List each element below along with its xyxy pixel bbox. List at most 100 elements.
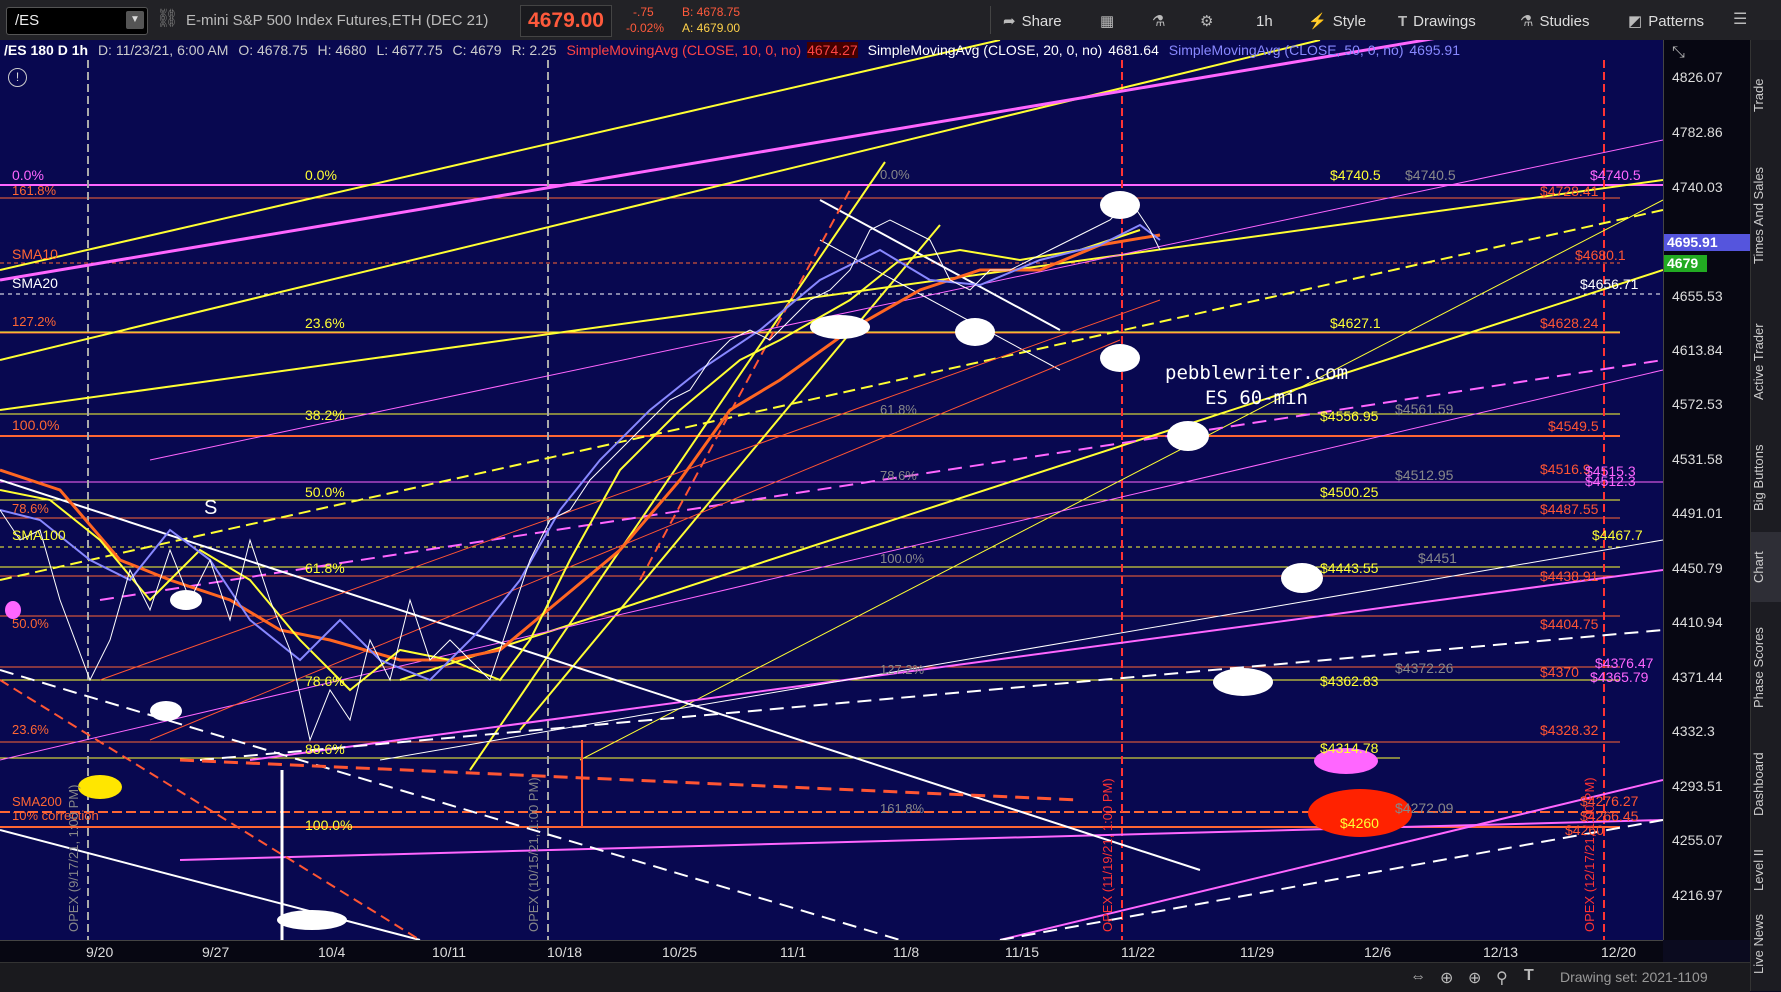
sidebar-tab-live-news[interactable]: Live News [1751,902,1781,987]
sma50-price-tag: 4695.91 [1664,234,1751,251]
symbol-text: /ES [15,12,40,29]
drawings-button[interactable]: T Drawings [1398,8,1476,34]
level-yellow: $4260 [1340,815,1379,831]
marker-ellipse [150,701,182,721]
pink-line [0,369,1663,761]
level-red: $4404.75 [1540,616,1599,632]
drawing-set-label[interactable]: Drawing set: 2021-1109 [1560,969,1708,985]
level-red: $4728.41 [1540,183,1599,199]
opex-label: OPEX (12/17/21, 1:00 PM) [1582,777,1597,932]
opex-label: OPEX (9/17/21, 1:00 PM) [66,784,81,932]
symbol-input[interactable]: /ES ▼ [6,7,148,35]
level-yellow: $4443.55 [1320,560,1379,576]
pan-icon[interactable]: ⊕ [1440,968,1453,988]
sidebar-tab-active-trader[interactable]: Active Trader [1751,302,1781,422]
fib-mid-label: 61.8% [305,560,345,576]
sma20-label: SMA20 [12,275,58,291]
price-tick: 4826.07 [1672,69,1723,85]
header-close: C: 4679 [452,42,502,58]
marker-ellipse [170,590,202,610]
date-tick: 12/20 [1601,944,1637,960]
fib-right-label: 161.8% [880,801,925,816]
menu-icon[interactable]: ☰ [1733,9,1747,29]
scroll-left-icon[interactable]: ⇔ [1410,968,1426,986]
level-gray: $4740.5 [1405,167,1456,183]
fib-label: 23.6% [12,722,49,737]
fib-mid-label: 23.6% [305,315,345,331]
link-icon[interactable]: ⛓ [156,8,179,29]
date-tick: 11/22 [1121,944,1155,960]
sidebar-tab-big-buttons[interactable]: Big Buttons [1751,425,1781,530]
price-tick: 4216.97 [1672,887,1723,903]
sma20-name[interactable]: SimpleMovingAvg (CLOSE, 20, 0, no) [868,42,1103,58]
fib-mid-label: 88.6% [305,741,345,757]
sma10-value: 4674.27 [807,42,858,58]
info-icon[interactable]: ! [8,68,27,87]
sidebar-tab-chart[interactable]: Chart [1751,532,1781,602]
sidebar-tab-times-and-sales[interactable]: Times And Sales [1751,130,1781,300]
expand-icon[interactable]: ⤡ [1672,44,1685,62]
bid-price: B: 4678.75 [682,5,741,19]
watermark-title: ES 60-min [1205,387,1308,409]
fib-label: 0.0% [12,167,44,183]
settings-button[interactable]: ⚙ [1200,8,1213,34]
price-tick: 4255.07 [1672,832,1723,848]
level-yellow: $4627.1 [1330,315,1381,331]
style-label: Style [1332,12,1367,30]
white-line [0,669,901,940]
price-tick: 4371.44 [1672,669,1723,685]
zoom-in-icon[interactable]: ⊕ [1468,968,1481,988]
drawings-label: Drawings [1413,12,1476,30]
gear-icon: ⚙ [1200,13,1214,30]
flask-icon: ⚗ [1152,13,1166,30]
flask-button[interactable]: ⚗ [1152,8,1165,34]
fib-label: 127.2% [12,314,57,329]
date-axis[interactable] [0,940,1663,963]
price-tick: 4450.79 [1672,560,1723,576]
text-tool-icon[interactable]: T [1524,967,1534,985]
style-button[interactable]: ⚡ Style [1308,8,1366,34]
header-open: O: 4678.75 [238,42,308,58]
patterns-button[interactable]: ◩ Patterns [1628,8,1704,34]
price-tick: 4531.58 [1672,451,1723,467]
last-price-tag: 4679 [1664,255,1707,272]
fib-label: 50.0% [12,616,49,631]
timeframe-button[interactable]: 1h [1256,8,1273,34]
header-low: L: 4677.75 [376,42,443,58]
price-axis[interactable]: ⤡ [1663,40,1751,940]
level-pink: $4740.5 [1590,167,1641,183]
header-range: R: 2.25 [511,42,557,58]
price-tick: 4740.03 [1672,179,1723,195]
price-change-pct: -0.02% [626,21,665,35]
share-button[interactable]: ➦ Share [1003,8,1062,34]
fib-right-label: 127.2% [880,662,925,677]
sidebar-tab-phase-scores[interactable]: Phase Scores [1751,605,1781,730]
sma10-label: SMA10 [12,246,58,262]
trend-line [469,161,886,771]
sma50-name[interactable]: SimpleMovingAvg (CLOSE, 50, 0, no) [1169,42,1404,58]
price-tick: 4293.51 [1672,778,1723,794]
studies-button[interactable]: ⚗ Studies [1520,8,1590,34]
sidebar-tab-trade[interactable]: Trade [1751,60,1781,130]
grid-icon: ▦ [1100,13,1115,30]
date-tick: 12/6 [1364,944,1392,960]
sma100-label: SMA100 [12,527,66,543]
date-tick: 11/1 [780,944,807,960]
zoom-icon[interactable]: ⚲ [1496,968,1508,988]
marker-ellipse [1167,421,1209,451]
price-tick: 4410.94 [1672,614,1723,630]
marker-ellipse [1100,344,1140,372]
layout-button[interactable]: ▦ [1100,8,1114,34]
red-line [99,299,1161,681]
marker-ellipse [78,775,122,799]
header-high: H: 4680 [317,42,367,58]
fib-mid-label: 38.2% [305,407,345,423]
sidebar-tab-dashboard[interactable]: Dashboard [1751,732,1781,837]
sidebar-tab-level-ii[interactable]: Level II [1751,840,1781,900]
red-line [639,189,851,581]
sma10-name[interactable]: SimpleMovingAvg (CLOSE, 10, 0, no) [566,42,801,58]
white-line [0,829,421,940]
level-red: $4438.91 [1540,568,1599,584]
chevron-down-icon[interactable]: ▼ [126,11,144,29]
level-gray: $4272.09 [1395,800,1454,816]
